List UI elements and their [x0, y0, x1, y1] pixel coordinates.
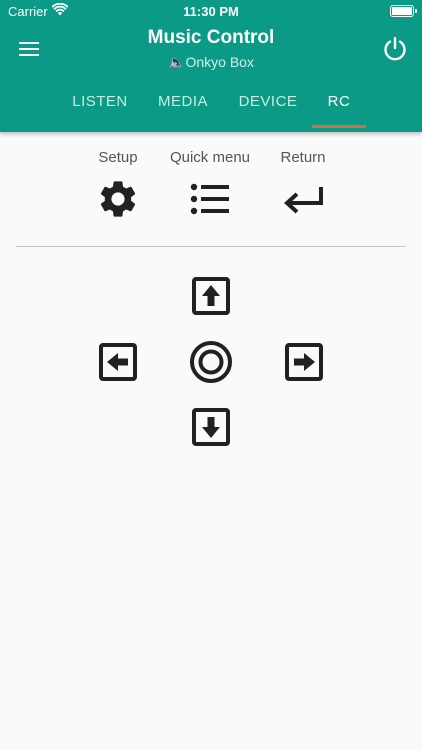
arrow-down-box-icon: [192, 408, 230, 446]
page-title: Music Control: [147, 27, 275, 48]
active-tab-indicator: [312, 125, 366, 128]
nav-right-button[interactable]: [283, 341, 325, 383]
nav-enter-button[interactable]: [188, 339, 234, 385]
power-button[interactable]: [376, 30, 414, 68]
tab-rc[interactable]: RC: [312, 78, 366, 128]
tab-listen[interactable]: LISTEN: [60, 78, 140, 128]
list-icon: [190, 183, 229, 215]
power-icon: [384, 36, 406, 61]
app-header: Carrier 11:30 PM Music Control 🔈Onkyo Bo…: [0, 0, 422, 132]
setup-label: Setup: [98, 149, 138, 166]
return-arrow-icon: [284, 187, 323, 214]
device-name: 🔈Onkyo Box: [168, 54, 254, 70]
nav-left-button[interactable]: [97, 341, 139, 383]
quick-menu-label: Quick menu: [169, 149, 251, 166]
return-label: Return: [280, 149, 326, 166]
tab-device[interactable]: DEVICE: [228, 78, 308, 128]
arrow-right-box-icon: [285, 343, 323, 381]
status-time: 11:30 PM: [183, 4, 239, 19]
quick-menu-button[interactable]: [186, 176, 234, 222]
arrow-up-box-icon: [192, 277, 230, 315]
return-button[interactable]: [280, 176, 328, 222]
tab-media[interactable]: MEDIA: [145, 78, 221, 128]
tab-bar: LISTEN MEDIA DEVICE RC: [0, 78, 422, 132]
circle-enter-icon: [190, 341, 232, 383]
gear-icon: [100, 181, 136, 217]
battery-icon: [390, 5, 417, 17]
arrow-left-box-icon: [99, 343, 137, 381]
nav-down-button[interactable]: [190, 406, 232, 448]
status-bar: Carrier 11:30 PM: [0, 0, 422, 22]
setup-button[interactable]: [94, 176, 142, 222]
section-divider: [16, 246, 406, 247]
nav-up-button[interactable]: [190, 275, 232, 317]
